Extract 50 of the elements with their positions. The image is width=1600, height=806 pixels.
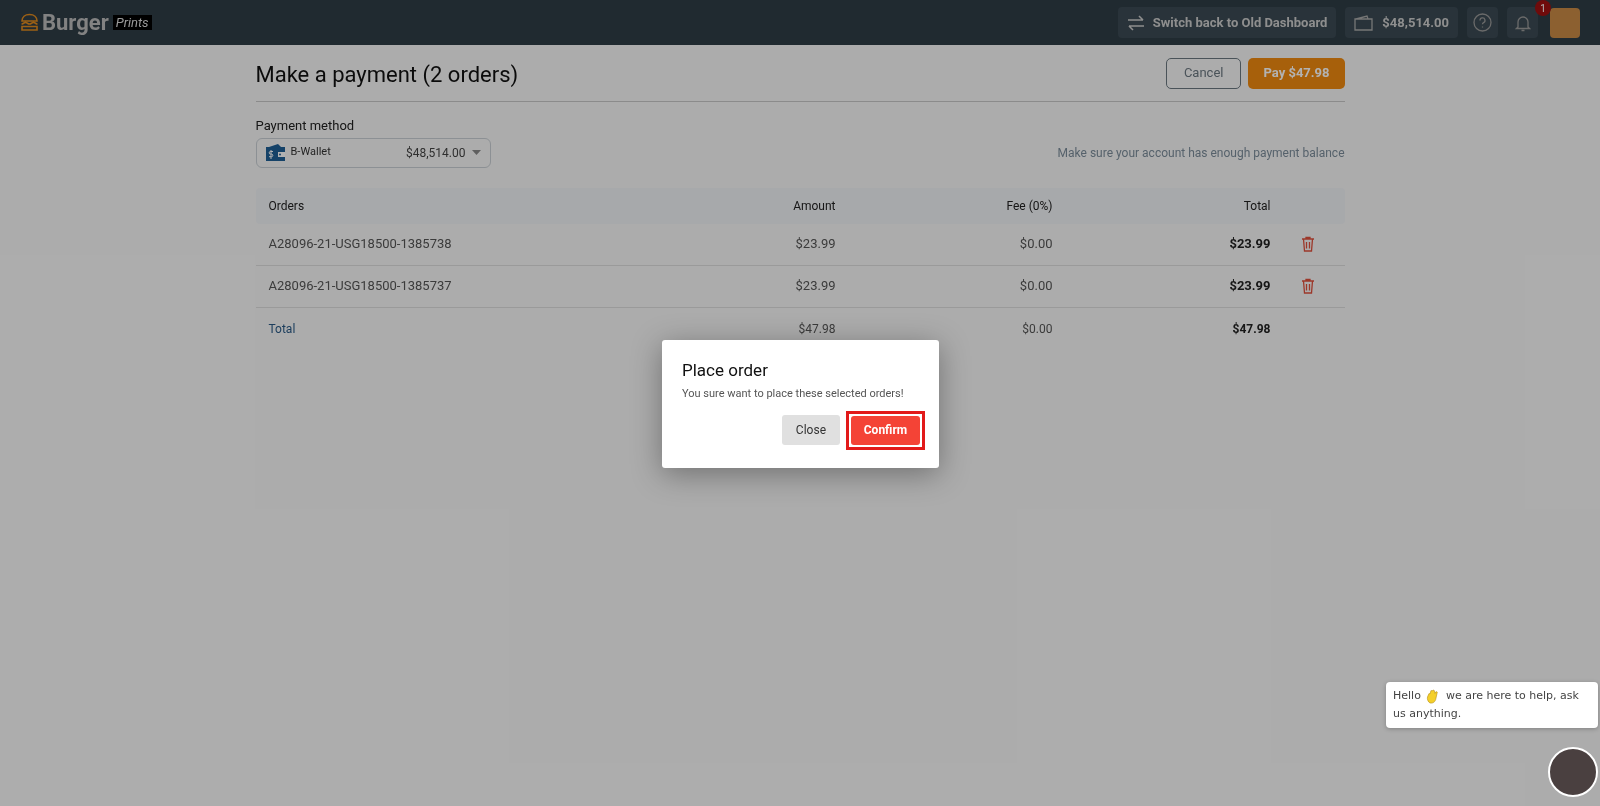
trash-icon[interactable] bbox=[1300, 236, 1315, 252]
dialog-title: Place order bbox=[682, 359, 769, 381]
table-cell-text: A28096-21-USG18500-1385738 bbox=[267, 235, 453, 254]
table-cell-text: $23.99 bbox=[794, 235, 836, 254]
table-cell-text: $23.99 bbox=[1228, 277, 1271, 296]
logo-tag: Prints bbox=[112, 15, 152, 30]
waving-hand-icon bbox=[1425, 688, 1441, 704]
table-cell-text: A28096-21-USG18500-1385737 bbox=[267, 277, 453, 296]
pay-button[interactable]: Pay $47.98 bbox=[1248, 57, 1345, 89]
chat-message: we are here to help, ask bbox=[1445, 688, 1579, 704]
help-icon bbox=[1473, 13, 1492, 32]
column-header: Amount bbox=[792, 197, 836, 215]
dialog-message: You sure want to place these selected orders! bbox=[682, 386, 905, 402]
wallet-icon bbox=[265, 144, 285, 161]
caret-icon bbox=[471, 150, 481, 155]
table-cell-text: $0.00 bbox=[1018, 277, 1053, 296]
close-button[interactable]: Close bbox=[781, 415, 840, 445]
payment-method-name: B-Wallet bbox=[290, 144, 331, 161]
notification-badge: 1 bbox=[1535, 0, 1551, 16]
payment-method-amount: $48,514.00 bbox=[406, 144, 466, 162]
total-label: Total bbox=[267, 320, 297, 338]
column-header: Orders bbox=[267, 197, 306, 215]
support-agent-avatar[interactable] bbox=[1548, 747, 1598, 797]
trash-icon[interactable] bbox=[1300, 278, 1315, 294]
table-cell-text: $47.98 bbox=[1231, 320, 1271, 338]
notifications-button[interactable] bbox=[1507, 7, 1538, 38]
table-cell-text: $0.00 bbox=[1021, 320, 1053, 338]
chat-greeting: Hello bbox=[1393, 688, 1421, 704]
switch-dashboard-button[interactable]: Switch back to Old Dashboard bbox=[1117, 7, 1337, 38]
logo-text[interactable]: Burger bbox=[42, 11, 109, 34]
chat-message: us anything. bbox=[1393, 706, 1463, 722]
cancel-button[interactable]: Cancel bbox=[1165, 57, 1242, 89]
table-cell-text: $23.99 bbox=[794, 277, 836, 296]
payment-method-dropdown[interactable]: B-Wallet $48,514.00 bbox=[255, 137, 491, 168]
burger-icon bbox=[20, 13, 39, 32]
table-cell-text: $23.99 bbox=[1228, 235, 1271, 254]
table-cell-text: $0.00 bbox=[1018, 235, 1053, 254]
page-title: Make a payment (2 orders) bbox=[255, 60, 519, 89]
bell-icon bbox=[1514, 13, 1531, 32]
field-label: Payment method bbox=[255, 117, 356, 135]
user-avatar[interactable] bbox=[1550, 7, 1580, 38]
confirm-button[interactable]: Confirm bbox=[851, 415, 920, 445]
column-header: Total bbox=[1242, 197, 1271, 215]
swap-arrows-icon bbox=[1126, 14, 1145, 31]
table-cell-text: $47.98 bbox=[797, 320, 836, 338]
wallet-balance-button[interactable]: $48,514.00 bbox=[1345, 7, 1458, 38]
help-button[interactable] bbox=[1467, 7, 1498, 38]
column-header: Fee (0%) bbox=[1005, 197, 1053, 215]
balance-note: Make sure your account has enough payment balance bbox=[1057, 144, 1345, 162]
wallet-icon bbox=[1354, 14, 1374, 31]
